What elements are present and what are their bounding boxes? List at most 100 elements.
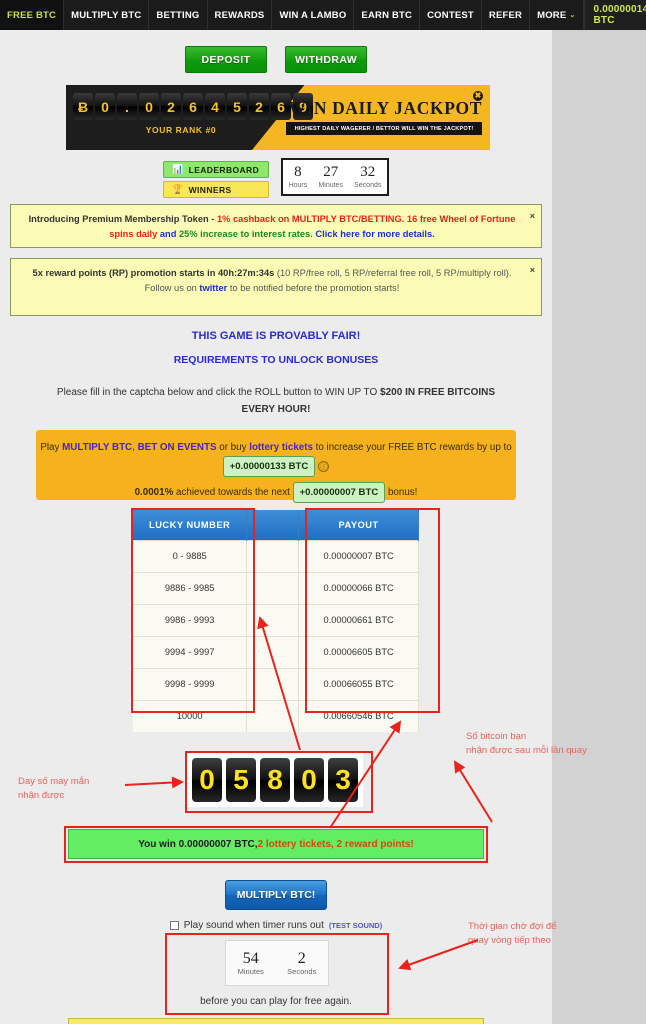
jackpot-digit: 0 — [139, 93, 159, 120]
countdown-value: 54 — [242, 949, 259, 967]
roll-digit: 0 — [192, 758, 222, 802]
table-row: 9986 - 9993 0.00000661 BTC — [133, 603, 419, 636]
notice2-part2: (10 RP/free roll, 5 RP/referral free rol… — [274, 268, 512, 278]
cell-middle — [246, 667, 300, 700]
chart-icon: 📊 — [172, 164, 184, 174]
jackpot-banner[interactable]: Ƀ 0 . 0 2 6 4 5 2 6 9 YOUR RANK #0 WIN D… — [66, 85, 490, 150]
cell-middle — [246, 635, 300, 668]
timer-value: 27 — [323, 164, 339, 180]
nav-label: BETTING — [156, 9, 200, 21]
notice2-part3: Follow us on — [144, 283, 200, 293]
deposit-button[interactable]: DEPOSIT — [185, 46, 267, 73]
bonus-amount-pill: +0.00000133 BTC — [222, 456, 316, 477]
promo-part4: to increase your FREE BTC rewards by up … — [312, 442, 512, 453]
nav-item-refer[interactable]: REFER — [482, 0, 531, 30]
nav-item-multiply-btc[interactable]: MULTIPLY BTC — [64, 0, 150, 30]
notice2-part1: 5x reward points (RP) promotion starts i… — [32, 268, 275, 278]
win-message-bar: You win 0.00000007 BTC, 2 lottery ticket… — [68, 829, 484, 859]
cell-lucky-number: 9998 - 9999 — [133, 667, 248, 700]
notice1-part3: and — [157, 229, 179, 239]
payout-table: LUCKY NUMBER PAYOUT 0 - 9885 0.00000007 … — [133, 510, 419, 732]
timer-label: Hours — [288, 182, 308, 189]
balance-display[interactable]: 0.00000014 BTC — [583, 0, 646, 30]
jackpot-digit: 2 — [161, 93, 181, 120]
annotation-lucky-number: Day số may mắn nhận được — [18, 775, 89, 803]
promo-part6: achieved towards the next — [173, 487, 293, 498]
cell-middle — [246, 571, 300, 604]
roll-result-display: 0 5 8 0 3 — [187, 753, 363, 807]
withdraw-button[interactable]: WITHDRAW — [285, 46, 367, 73]
bottom-yellow-bar — [68, 1018, 484, 1024]
close-icon[interactable]: × — [530, 263, 535, 278]
roll-digit: 5 — [226, 758, 256, 802]
nav-item-more[interactable]: MORE ⌄ — [530, 0, 584, 30]
table-header-middle — [246, 510, 300, 540]
annotation-wait-time: Thời gian chờ đợi để quay vòng tiếp theo — [468, 920, 556, 948]
table-header-row: LUCKY NUMBER PAYOUT — [133, 510, 419, 540]
notice2-part5: to be notified before the promotion star… — [227, 283, 400, 293]
play-sound-label: Play sound when timer runs out — [183, 920, 324, 931]
cell-middle — [246, 539, 300, 572]
captcha-instructions: Please fill in the captcha below and cli… — [0, 384, 552, 418]
bonus-promo-line1: Play MULTIPLY BTC, BET ON EVENTS or buy … — [36, 439, 516, 477]
leaderboard-button[interactable]: 📊 LEADERBOARD — [163, 161, 269, 178]
nav-label: EARN BTC — [361, 9, 413, 21]
table-header-lucky-number: LUCKY NUMBER — [133, 510, 248, 540]
nav-item-win-a-lambo[interactable]: WIN A LAMBO — [272, 0, 355, 30]
requirements-link[interactable]: REQUIREMENTS TO UNLOCK BONUSES — [0, 354, 552, 366]
bonus-promo-box: Play MULTIPLY BTC, BET ON EVENTS or buy … — [36, 430, 516, 503]
jackpot-digit: . — [117, 93, 137, 120]
nav-item-earn-btc[interactable]: EARN BTC — [354, 0, 421, 30]
cell-payout: 0.00000007 BTC — [298, 539, 419, 572]
cell-middle — [246, 603, 300, 636]
timer-label: Minutes — [318, 182, 343, 189]
table-header-payout: PAYOUT — [298, 510, 419, 540]
info-icon[interactable]: ⓘ — [318, 460, 330, 472]
close-icon[interactable]: ✖ — [473, 91, 483, 101]
roll-digit: 3 — [328, 758, 358, 802]
nav-item-free-btc[interactable]: FREE BTC — [0, 0, 65, 30]
notice1-part4: 25% increase to interest rates. — [178, 229, 313, 239]
winners-button[interactable]: 🏆 WINNERS — [163, 181, 269, 198]
lottery-tickets-link[interactable]: lottery tickets — [249, 442, 313, 453]
leaderboard-timer-row: 📊 LEADERBOARD 🏆 WINNERS 8 Hours 27 Minut… — [0, 158, 552, 198]
promo-percent: 0.0001% — [134, 487, 174, 498]
twitter-link[interactable]: twitter — [199, 283, 227, 293]
nav-label: MORE — [537, 9, 567, 21]
notice1-part5[interactable]: Click here for more details. — [313, 229, 434, 239]
jackpot-digit: 0 — [95, 93, 115, 120]
play-sound-checkbox[interactable] — [169, 921, 179, 930]
leaderboard-label: LEADERBOARD — [188, 164, 260, 175]
table-row: 10000 0.00660546 BTC — [133, 699, 419, 732]
cell-payout: 0.00006605 BTC — [298, 635, 419, 668]
cell-payout: 0.00000661 BTC — [298, 603, 419, 636]
jackpot-digit: Ƀ — [73, 93, 93, 120]
provably-fair-link[interactable]: THIS GAME IS PROVABLY FAIR! — [0, 330, 552, 342]
jackpot-digit: 5 — [227, 93, 247, 120]
promo-part1: Play — [40, 442, 63, 453]
nav-item-betting[interactable]: BETTING — [149, 0, 208, 30]
nav-label: FREE BTC — [7, 9, 57, 21]
timer-cell-minutes: 27 Minutes — [318, 164, 343, 190]
table-row: 9886 - 9985 0.00000066 BTC — [133, 571, 419, 604]
cell-payout: 0.00000066 BTC — [298, 571, 419, 604]
bet-on-events-link[interactable]: BET ON EVENTS — [138, 442, 217, 453]
countdown-label: Minutes — [237, 966, 264, 976]
close-icon[interactable]: × — [530, 209, 535, 224]
jackpot-digit: 2 — [249, 93, 269, 120]
promo-part7: bonus! — [385, 487, 418, 498]
multiply-btc-button[interactable]: MULTIPLY BTC! — [225, 880, 327, 910]
annotation-bitcoin-line1: Số bitcoin bạn — [466, 731, 527, 742]
nav-item-contest[interactable]: CONTEST — [420, 0, 482, 30]
deposit-withdraw-row: DEPOSIT WITHDRAW — [0, 46, 552, 73]
multiply-btc-link[interactable]: MULTIPLY BTC — [62, 442, 132, 453]
timer-value: 8 — [294, 164, 302, 180]
cell-lucky-number: 9986 - 9993 — [133, 603, 248, 636]
nav-item-rewards[interactable]: REWARDS — [208, 0, 273, 30]
cell-payout: 0.00066055 BTC — [298, 667, 419, 700]
test-sound-link[interactable]: (TEST SOUND) — [329, 921, 382, 930]
countdown-caption: before you can play for free again. — [200, 996, 352, 1007]
annotation-wait-line1: Thời gian chờ đợi để — [468, 921, 557, 932]
captcha-text-part1: Please fill in the captcha below and cli… — [56, 387, 381, 398]
cell-lucky-number: 10000 — [133, 699, 248, 732]
